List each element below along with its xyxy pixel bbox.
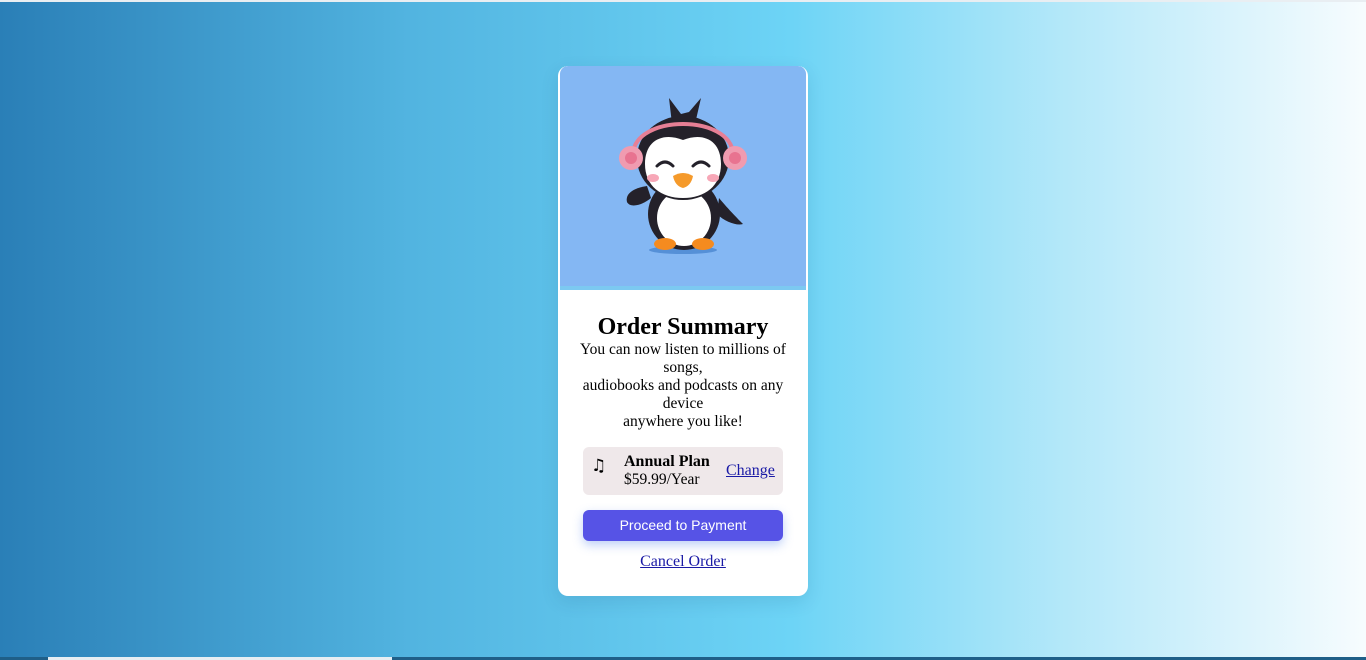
plan-summary: ♫ Annual Plan $59.99/Year Change <box>583 447 783 495</box>
plan-name: Annual Plan <box>624 453 710 470</box>
page-title: Order Summary <box>597 314 769 340</box>
description-line: You can now listen to millions of songs, <box>580 341 786 376</box>
music-note-icon: ♫ <box>591 456 607 476</box>
change-plan-link[interactable]: Change <box>726 462 775 480</box>
hero-image <box>560 66 806 286</box>
order-summary-card: Order Summary You can now listen to mill… <box>558 66 808 596</box>
proceed-to-payment-button[interactable]: Proceed to Payment <box>583 510 783 541</box>
hero-divider <box>560 286 806 290</box>
penguin-with-headphones-icon <box>619 98 747 254</box>
cancel-order-link[interactable]: Cancel Order <box>558 553 808 571</box>
description-line: anywhere you like! <box>623 413 743 430</box>
order-description: You can now listen to millions of songs,… <box>572 341 794 431</box>
description-line: audiobooks and podcasts on any device <box>582 377 784 412</box>
top-border <box>0 0 1366 2</box>
plan-price: $59.99/Year <box>624 471 700 488</box>
